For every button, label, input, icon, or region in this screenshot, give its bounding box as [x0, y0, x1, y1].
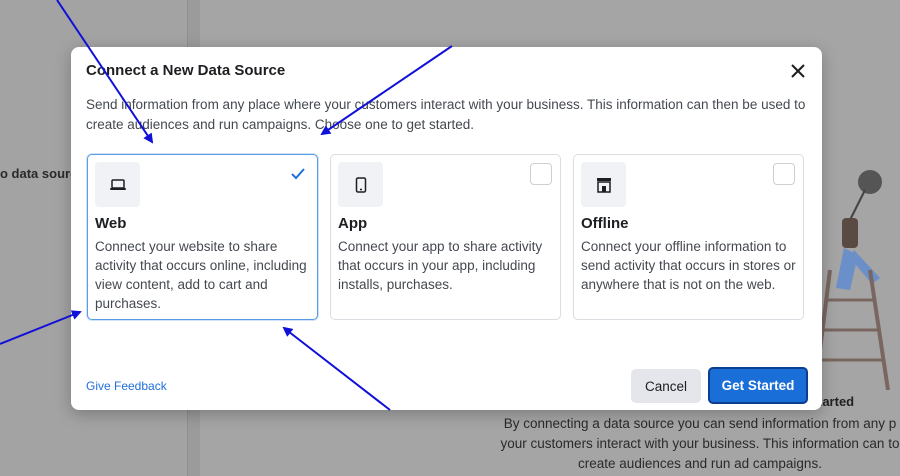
- web-checkbox[interactable]: [287, 163, 309, 185]
- close-icon: [791, 64, 805, 78]
- checkmark-icon: [291, 168, 305, 180]
- get-started-button[interactable]: Get Started: [708, 367, 808, 404]
- card-offline[interactable]: Offline Connect your offline information…: [573, 154, 804, 320]
- card-app-icon-box: [338, 162, 383, 207]
- storefront-icon: [596, 177, 611, 193]
- ladder-illustration: [813, 170, 890, 390]
- dialog-description: Send information from any place where yo…: [86, 97, 806, 132]
- phone-icon: [355, 176, 366, 193]
- card-app[interactable]: App Connect your app to share activity t…: [330, 154, 561, 320]
- card-web-icon-box: [95, 162, 140, 207]
- connect-data-source-dialog: Connect a New Data Source Send informati…: [71, 47, 822, 410]
- background-heading: tarted: [818, 394, 855, 409]
- laptop-icon: [109, 178, 126, 190]
- app-checkbox[interactable]: [530, 163, 552, 185]
- background-description: By connecting a data source you can send…: [500, 416, 900, 471]
- dialog-title: Connect a New Data Source: [86, 62, 286, 79]
- card-web-title: Web: [95, 215, 127, 232]
- card-offline-icon-box: [581, 162, 626, 207]
- card-offline-text: Connect your offline information to send…: [581, 239, 796, 292]
- card-app-title: App: [338, 215, 368, 232]
- card-web[interactable]: Web Connect your website to share activi…: [87, 154, 318, 320]
- card-web-text: Connect your website to share activity t…: [95, 239, 307, 311]
- card-offline-title: Offline: [581, 215, 629, 232]
- card-app-text: Connect your app to share activity that …: [338, 239, 543, 292]
- close-button[interactable]: [788, 61, 808, 81]
- give-feedback-link[interactable]: Give Feedback: [86, 379, 167, 393]
- cancel-button[interactable]: Cancel: [631, 369, 701, 403]
- offline-checkbox[interactable]: [773, 163, 795, 185]
